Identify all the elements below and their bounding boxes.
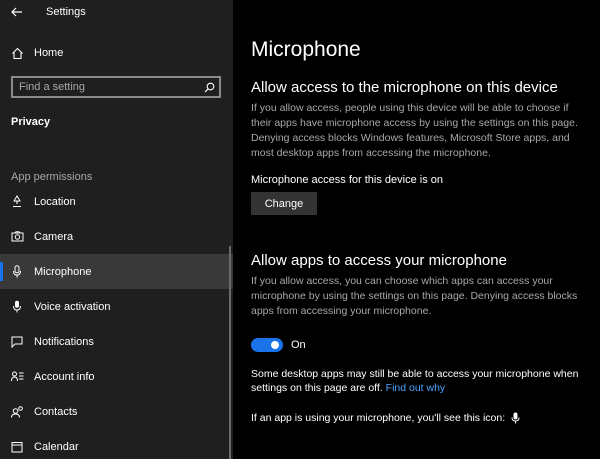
sidebar-item-label: Account info [34, 370, 95, 383]
sidebar-item-contacts[interactable]: Contacts [0, 394, 233, 429]
category-heading: Privacy [11, 116, 51, 128]
notification-icon [10, 335, 24, 349]
search-box [11, 76, 221, 98]
sidebar-item-notifications[interactable]: Notifications [0, 324, 233, 359]
home-label: Home [34, 47, 64, 59]
microphone-icon [10, 265, 24, 279]
sidebar-item-label: Contacts [34, 405, 78, 418]
sidebar-item-label: Microphone [34, 265, 92, 278]
toggle-knob [271, 341, 279, 349]
settings-window: Settings Home Privacy App permissions [0, 0, 600, 459]
mic-in-use-note-text: If an app is using your microphone, you'… [251, 412, 506, 424]
nav-list: Location Camera Microphone Voice activat… [0, 184, 233, 459]
sidebar-item-location[interactable]: Location [0, 184, 233, 219]
sidebar-item-calendar[interactable]: Calendar [0, 429, 233, 459]
microphone-icon [511, 412, 520, 424]
toggle-state-label: On [291, 339, 306, 351]
contacts-icon [10, 405, 24, 419]
find-out-why-link[interactable]: Find out why [386, 382, 446, 394]
search-input[interactable] [13, 77, 201, 97]
home-icon [10, 46, 24, 60]
location-pin-icon [10, 195, 24, 209]
app-access-toggle-row: On [251, 338, 306, 352]
sidebar-item-voice-activation[interactable]: Voice activation [0, 289, 233, 324]
voice-mic-icon [10, 300, 24, 314]
device-access-description: If you allow access, people using this d… [251, 102, 578, 159]
app-access-toggle[interactable] [251, 338, 283, 352]
change-button[interactable]: Change [251, 192, 317, 215]
sidebar-item-label: Voice activation [34, 300, 111, 313]
app-access-description: If you allow access, you can choose whic… [251, 275, 578, 317]
back-button[interactable] [0, 0, 34, 24]
device-access-heading: Allow access to the microphone on this d… [251, 79, 558, 96]
search-icon[interactable] [201, 78, 217, 96]
sidebar-scrollbar[interactable] [229, 246, 231, 459]
sidebar-item-account-info[interactable]: Account info [0, 359, 233, 394]
sidebar-item-camera[interactable]: Camera [0, 219, 233, 254]
sidebar-item-home[interactable]: Home [0, 40, 233, 66]
sidebar-item-label: Location [34, 195, 76, 208]
sidebar-item-label: Notifications [34, 335, 94, 348]
desktop-apps-note: Some desktop apps may still be able to a… [251, 367, 591, 395]
main-content: Microphone Allow access to the microphon… [233, 0, 600, 459]
sidebar-item-microphone[interactable]: Microphone [0, 254, 233, 289]
window-title: Settings [46, 6, 86, 18]
sidebar-item-label: Calendar [34, 440, 79, 453]
sidebar-item-label: Camera [34, 230, 74, 243]
title-bar: Settings [0, 0, 233, 24]
device-access-status: Microphone access for this device is on [251, 174, 443, 186]
camera-icon [10, 230, 24, 244]
account-info-icon [10, 370, 24, 384]
sidebar: Settings Home Privacy App permissions [0, 0, 233, 459]
app-access-heading: Allow apps to access your microphone [251, 252, 507, 269]
calendar-icon [10, 440, 24, 454]
mic-in-use-note: If an app is using your microphone, you'… [251, 412, 520, 424]
back-arrow-icon [11, 7, 22, 17]
section-label: App permissions [11, 171, 93, 183]
page-title: Microphone [251, 38, 361, 61]
